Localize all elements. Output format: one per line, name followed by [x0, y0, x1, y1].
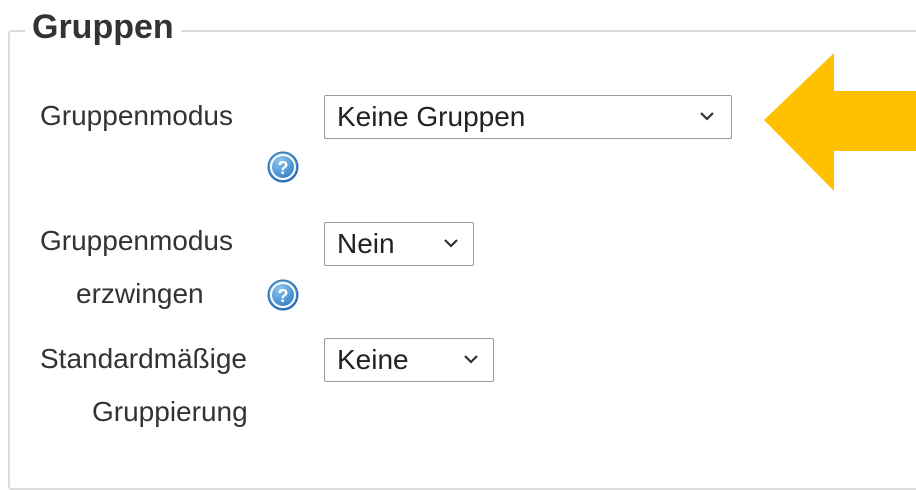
group-mode-help-icon[interactable]: ? [266, 150, 300, 184]
svg-text:?: ? [278, 286, 289, 306]
chevron-down-icon [464, 355, 478, 364]
chevron-down-icon [444, 239, 458, 248]
default-grouping-selected-value: Keine [337, 344, 409, 375]
group-mode-select[interactable]: Keine Gruppen [324, 95, 732, 139]
chevron-down-icon [700, 112, 714, 121]
group-mode-selected-value: Keine Gruppen [337, 101, 526, 132]
force-group-mode-label-line1: Gruppenmodus [40, 225, 234, 256]
force-group-mode-select[interactable]: Nein [324, 222, 474, 266]
group-mode-label: Gruppenmodus [40, 100, 234, 131]
force-group-mode-help-icon[interactable]: ? [266, 278, 300, 312]
default-grouping-label-line2: Gruppierung [92, 396, 248, 427]
default-grouping-select[interactable]: Keine [324, 338, 494, 382]
force-group-mode-selected-value: Nein [337, 228, 395, 259]
force-group-mode-label-line2: erzwingen [76, 278, 204, 309]
section-title: Gruppen [25, 3, 181, 51]
default-grouping-label-line1: Standardmäßige [40, 343, 248, 374]
arrow-left-icon [764, 53, 916, 191]
svg-text:?: ? [278, 158, 289, 178]
